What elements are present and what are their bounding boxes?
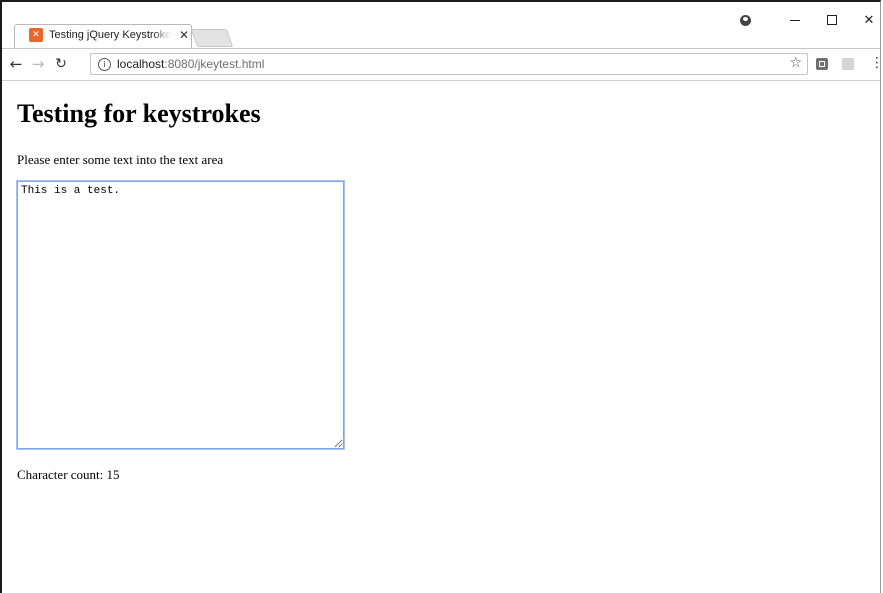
prompt-text: Please enter some text into the text are… (17, 152, 224, 167)
new-tab-button[interactable] (190, 29, 234, 47)
forward-arrow-icon[interactable]: → (29, 55, 47, 73)
favicon-icon: ✕ (29, 28, 43, 42)
pdf-extension-icon[interactable] (842, 58, 854, 70)
browser-toolbar: ← → ↻ i localhost:8080/jkeytest.html ☆ ⋮ (2, 48, 880, 81)
kebab-menu-icon[interactable]: ⋮ (870, 55, 880, 71)
bookmark-star-icon[interactable]: ☆ (789, 55, 802, 71)
page-heading: Testing for keystrokes (17, 99, 261, 128)
maximize-button[interactable] (817, 10, 847, 30)
text-area[interactable]: This is a test. (16, 180, 345, 450)
tab-strip: ✕ Testing jQuery Keystrokes ✕ ✕ (2, 2, 880, 48)
extension-icon[interactable] (816, 58, 828, 70)
info-icon[interactable]: i (98, 57, 111, 71)
url-text: localhost:8080/jkeytest.html (117, 57, 264, 71)
tab-title: Testing jQuery Keystrokes (49, 29, 171, 41)
character-count: Character count: 15 (17, 467, 120, 482)
url-path: :8080/jkeytest.html (164, 57, 265, 71)
page-content: Testing for keystrokes Please enter some… (2, 81, 880, 593)
address-bar[interactable]: i localhost:8080/jkeytest.html ☆ (90, 53, 808, 75)
reload-icon[interactable]: ↻ (52, 55, 70, 73)
url-host: localhost (117, 57, 165, 71)
minimize-button[interactable] (780, 10, 810, 30)
tab-active[interactable]: ✕ Testing jQuery Keystrokes ✕ (14, 24, 192, 48)
tab-close-icon[interactable]: ✕ (179, 28, 189, 42)
close-window-button[interactable]: ✕ (854, 10, 880, 30)
profile-icon[interactable] (730, 10, 760, 30)
back-arrow-icon[interactable]: ← (7, 55, 25, 73)
browser-window: ✕ Testing jQuery Keystrokes ✕ ✕ ← → ↻ i … (0, 0, 881, 593)
